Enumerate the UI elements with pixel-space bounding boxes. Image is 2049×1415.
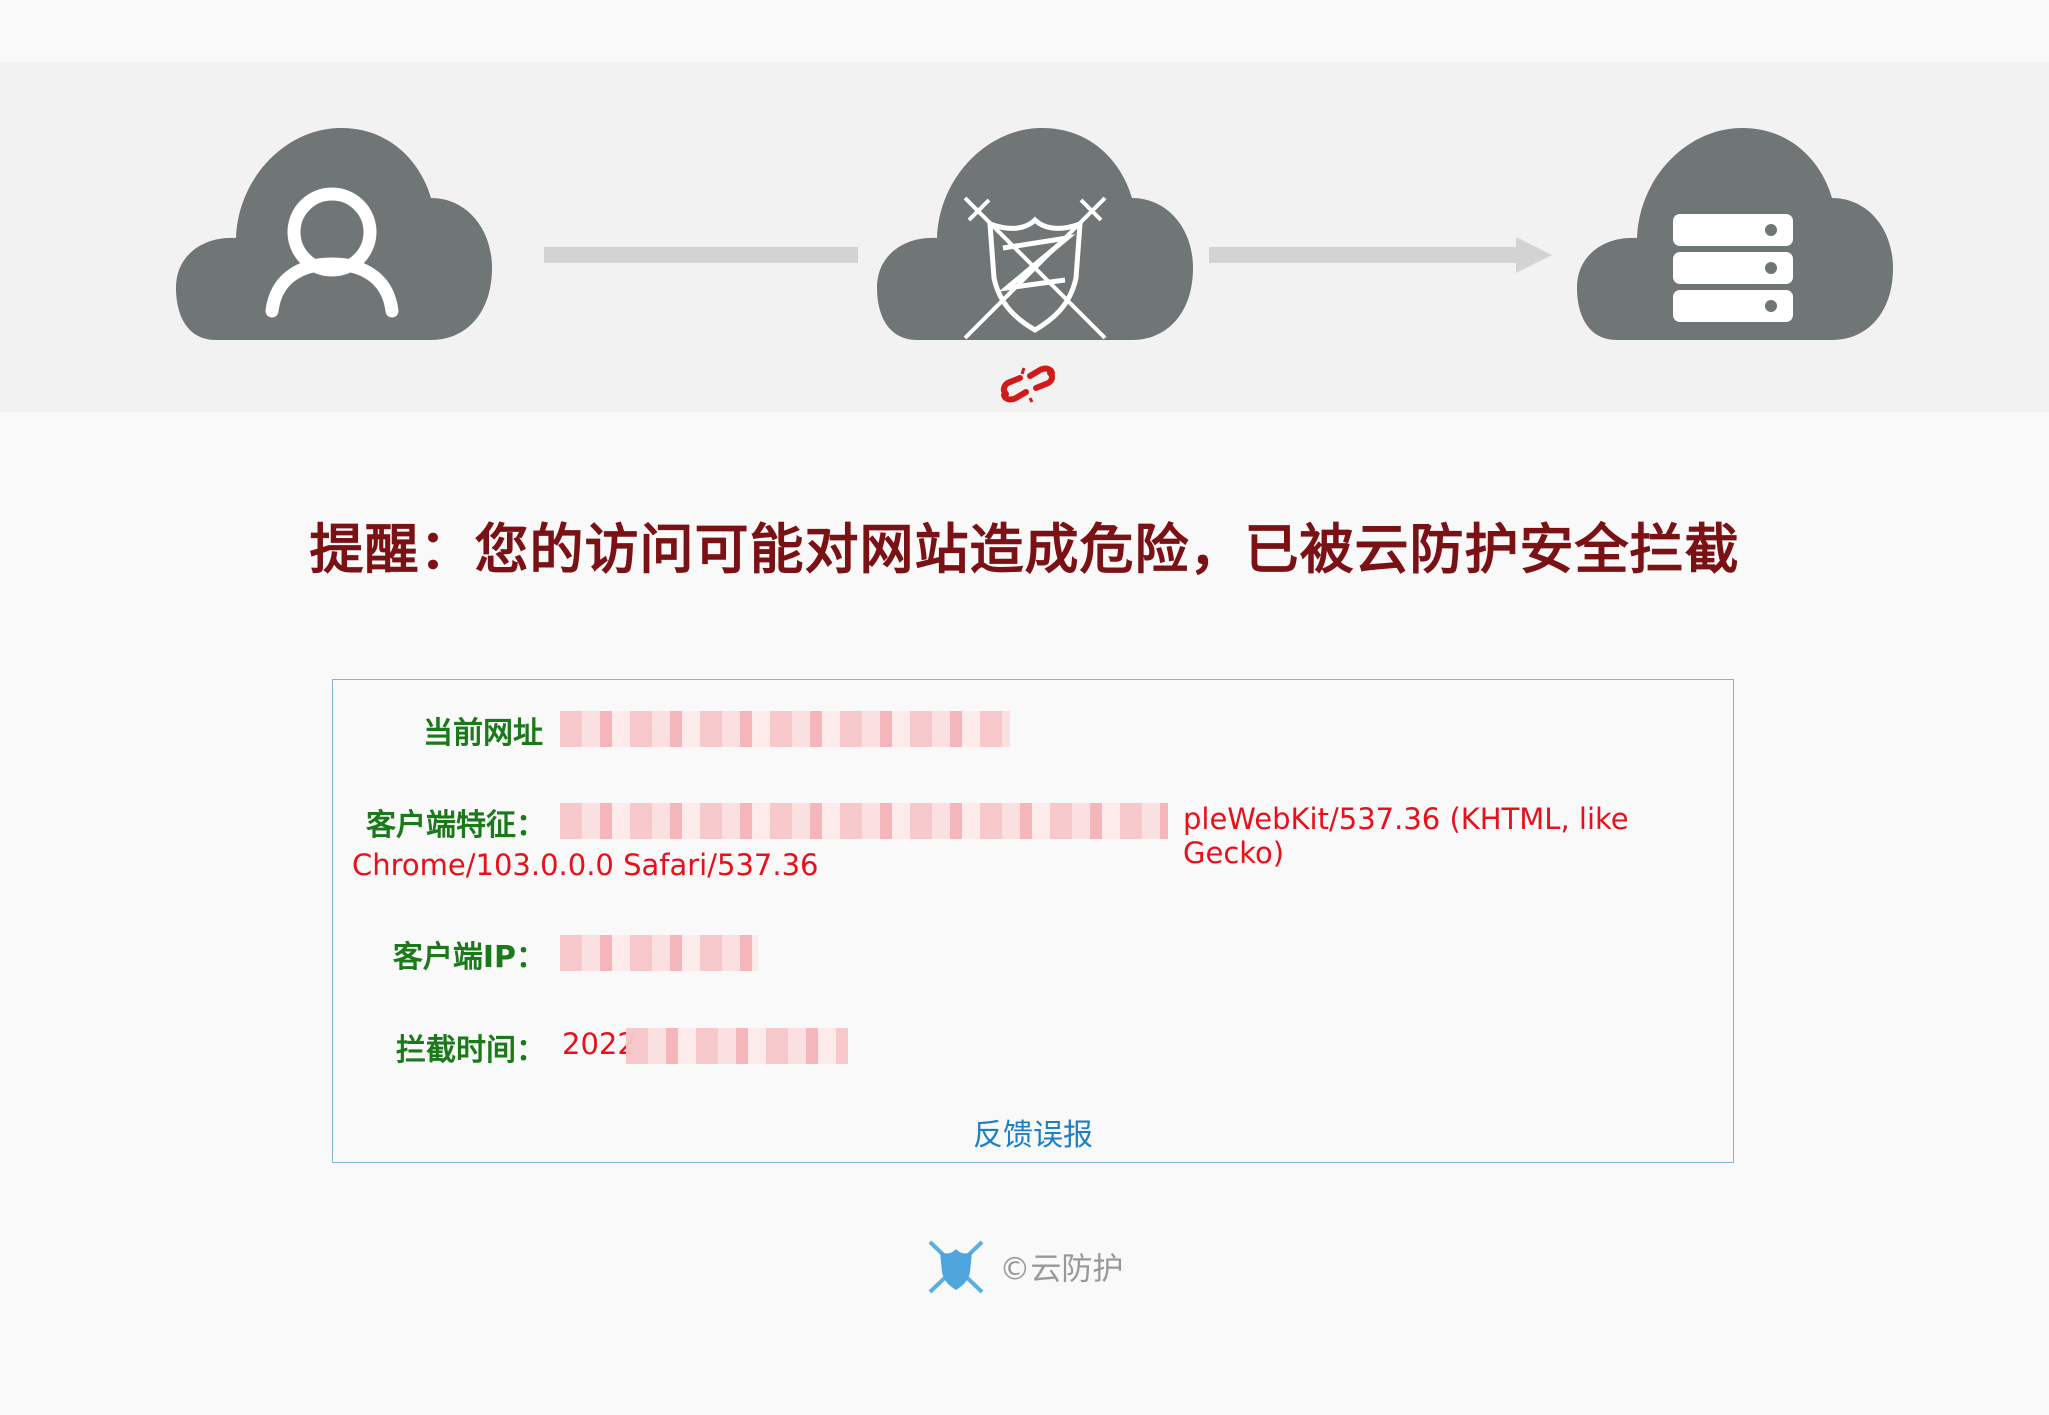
ip-value-redacted (560, 935, 758, 971)
user-cloud-icon (176, 128, 492, 340)
banner (0, 62, 2049, 412)
time-label: 拦截时间： (396, 1033, 546, 1068)
server-cloud-icon (1577, 128, 1893, 340)
url-label: 当前网址 (423, 716, 543, 751)
ua-value-line2: Chrome/103.0.0.0 Safari/537.36 (352, 848, 819, 882)
feedback-link[interactable]: 反馈误报 (333, 1110, 1733, 1154)
connector-line-2 (1209, 247, 1519, 263)
shield-logo-icon (928, 1240, 983, 1294)
url-value-redacted (560, 711, 1010, 747)
time-value: 2022 (562, 1027, 636, 1061)
page-title: 提醒：您的访问可能对网站造成危险，已被云防护安全拦截 (309, 518, 1740, 581)
ip-label: 客户端IP： (392, 940, 546, 975)
footer: ©云防护 (0, 1238, 2049, 1294)
ua-value: pleWebKit/537.36 (KHTML, like Gecko) (1183, 802, 1629, 870)
time-value-redacted (626, 1028, 848, 1064)
info-box: 当前网址 客户端特征： pleWebKit/537.36 (KHTML, lik… (332, 679, 1734, 1163)
broken-link-icon (1000, 365, 1056, 403)
shield-swords-cloud-icon (877, 128, 1193, 340)
ua-label: 客户端特征： (366, 808, 546, 843)
footer-copyright: ©云防护 (999, 1251, 1124, 1288)
ua-value-redacted (560, 803, 1168, 839)
connector-line-1 (544, 247, 858, 263)
arrow-head-icon (1516, 237, 1552, 273)
